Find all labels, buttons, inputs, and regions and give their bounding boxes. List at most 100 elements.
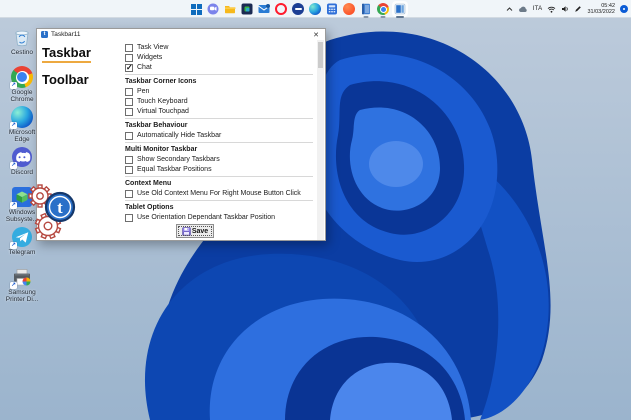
shortcut-arrow-icon: ↗ — [10, 82, 17, 89]
photos-icon[interactable] — [241, 3, 253, 15]
checkbox[interactable] — [125, 98, 133, 106]
checkbox-row-virtual-touchpad[interactable]: Virtual Touchpad — [125, 108, 313, 116]
recycle-bin-icon — [11, 26, 33, 48]
title-bar[interactable]: t Taskbar11 ✕ — [37, 29, 325, 40]
floppy-disk-icon — [182, 227, 191, 236]
checkbox[interactable] — [125, 214, 133, 222]
shortcut-arrow-icon: ↗ — [10, 162, 17, 169]
checkbox-row-widgets[interactable]: Widgets — [125, 54, 313, 62]
checkbox[interactable] — [125, 108, 133, 116]
section-header: Multi Monitor Taskbar — [125, 146, 313, 154]
nav-tab-toolbar[interactable]: Toolbar — [42, 72, 125, 88]
taskbar: ITA 05:42 31/03/2022 — [0, 0, 631, 18]
separator — [125, 142, 313, 143]
separator — [125, 200, 313, 201]
desktop-screen: Cestino ↗ Google Chrome ↗ Microsoft Edge — [0, 0, 631, 420]
checkbox-row-touch-keyboard[interactable]: Touch Keyboard — [125, 98, 313, 106]
shortcut-arrow-icon: ↗ — [10, 122, 17, 129]
chrome-icon[interactable] — [377, 3, 389, 15]
shortcut-arrow-icon: ↗ — [10, 202, 17, 209]
checkbox[interactable] — [125, 132, 133, 140]
checkbox-row-orientation-dependant[interactable]: Use Orientation Dependant Taskbar Positi… — [125, 214, 313, 222]
checkbox-label: Chat — [137, 64, 152, 72]
section-header: Context Menu — [125, 180, 313, 188]
shortcut-arrow-icon: ↗ — [10, 282, 17, 289]
start-button-icon[interactable] — [190, 3, 202, 15]
dialog-nav: Taskbar Toolbar — [37, 40, 125, 240]
desktop-icon-label: Samsung Printer Di... — [2, 289, 42, 303]
file-explorer-icon[interactable] — [224, 3, 236, 15]
checkbox-row-auto-hide[interactable]: Automatically Hide Taskbar — [125, 132, 313, 140]
notification-badge[interactable] — [620, 5, 628, 13]
desktop-icon-label: Telegram — [9, 249, 36, 256]
brave-icon[interactable] — [343, 3, 355, 15]
save-button-label: Save — [192, 228, 208, 235]
desktop-icon-label: Discord — [11, 169, 33, 176]
chrome-icon: ↗ — [11, 66, 33, 88]
nav-tab-label: Toolbar — [42, 72, 89, 88]
taskbar-center-icons — [190, 0, 406, 18]
desktop-icon-label: Cestino — [11, 49, 33, 56]
checkbox-row-equal-positions[interactable]: Equal Taskbar Positions — [125, 166, 313, 174]
checkbox-row-chat[interactable]: Chat — [125, 64, 313, 72]
checkbox-row-old-context-menu[interactable]: Use Old Context Menu For Right Mouse But… — [125, 190, 313, 198]
checkbox-label: Automatically Hide Taskbar — [137, 132, 221, 140]
separator — [125, 118, 313, 119]
scrollbar[interactable] — [317, 40, 324, 240]
checkbox-label: Show Secondary Taskbars — [137, 156, 220, 164]
pen-icon[interactable] — [574, 5, 582, 13]
checkbox[interactable] — [125, 54, 133, 62]
wifi-icon[interactable] — [547, 6, 556, 13]
checkbox[interactable] — [125, 64, 133, 72]
teams-chat-icon[interactable] — [207, 3, 219, 15]
clock[interactable]: 05:42 31/03/2022 — [587, 3, 615, 15]
checkbox-label: Task View — [137, 44, 168, 52]
checkbox[interactable] — [125, 166, 133, 174]
edge-icon: ↗ — [11, 106, 33, 128]
nav-tab-label: Taskbar — [42, 45, 91, 63]
separator — [125, 74, 313, 75]
taskbar11-app-icon[interactable] — [394, 3, 406, 15]
checkbox-label: Use Old Context Menu For Right Mouse But… — [137, 190, 301, 198]
mail-icon[interactable] — [258, 3, 270, 15]
save-button[interactable]: Save — [176, 224, 214, 238]
checkbox-label: Pen — [137, 88, 149, 96]
checkbox-label: Touch Keyboard — [137, 98, 188, 106]
discord-icon: ↗ — [11, 146, 33, 168]
onedrive-icon[interactable] — [518, 6, 528, 13]
language-indicator[interactable]: ITA — [533, 6, 543, 12]
checkbox-row-pen[interactable]: Pen — [125, 88, 313, 96]
checkbox[interactable] — [125, 44, 133, 52]
section-header: Taskbar Behaviour — [125, 122, 313, 130]
checkbox-row-task-view[interactable]: Task View — [125, 44, 313, 52]
section-header: Tablet Options — [125, 204, 313, 212]
shortcut-arrow-icon: ↗ — [10, 242, 17, 249]
checkbox-label: Virtual Touchpad — [137, 108, 189, 116]
checkbox[interactable] — [125, 88, 133, 96]
checkbox-label: Use Orientation Dependant Taskbar Positi… — [137, 214, 275, 222]
active-indicator — [396, 16, 404, 18]
checkbox[interactable] — [125, 190, 133, 198]
desktop-icon-samsung-printer[interactable]: ↗ Samsung Printer Di... — [2, 266, 42, 300]
telegram-icon: ↗ — [11, 226, 33, 248]
calculator-icon[interactable] — [326, 3, 338, 15]
checkbox[interactable] — [125, 156, 133, 164]
separator — [125, 176, 313, 177]
running-indicator — [364, 16, 369, 18]
signal-icon[interactable] — [292, 3, 304, 15]
checkbox-label: Equal Taskbar Positions — [137, 166, 212, 174]
volume-icon[interactable] — [561, 5, 569, 13]
edge-icon[interactable] — [309, 3, 321, 15]
nav-tab-taskbar[interactable]: Taskbar — [42, 45, 125, 63]
opera-icon[interactable] — [275, 3, 287, 15]
dialog-body: Taskbar Toolbar Task View Widgets — [37, 40, 325, 240]
close-button[interactable]: ✕ — [311, 31, 321, 39]
tray-date: 31/03/2022 — [587, 9, 615, 15]
taskbar11-window: t Taskbar11 ✕ Taskbar Toolbar Task View — [36, 28, 326, 241]
notes-icon[interactable] — [360, 3, 372, 15]
window-title: Taskbar11 — [51, 31, 81, 38]
chevron-up-icon[interactable] — [506, 7, 513, 12]
windows-subsystem-icon: ↗ — [11, 186, 33, 208]
scrollbar-thumb[interactable] — [318, 42, 323, 68]
checkbox-row-secondary-taskbars[interactable]: Show Secondary Taskbars — [125, 156, 313, 164]
